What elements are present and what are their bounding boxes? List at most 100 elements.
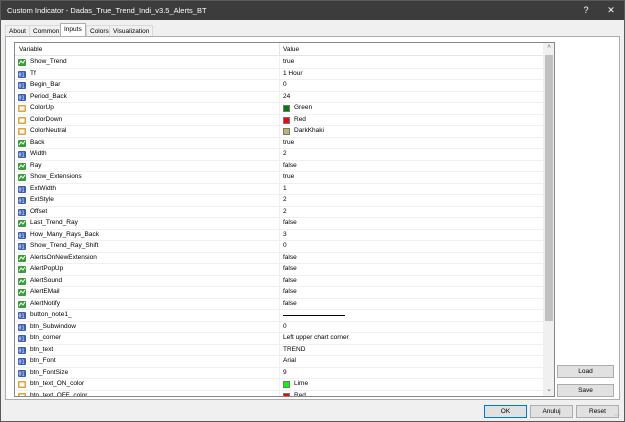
- svg-text:01: 01: [19, 153, 25, 158]
- parameter-value[interactable]: false: [283, 277, 297, 284]
- numeric-param-icon: 01: [18, 70, 26, 78]
- numeric-param-icon: 01: [18, 208, 26, 216]
- parameter-name: ExtWidth: [30, 184, 57, 192]
- parameter-value[interactable]: 9: [283, 369, 287, 376]
- parameter-value[interactable]: Lime: [294, 380, 308, 387]
- close-button[interactable]: ✕: [600, 1, 622, 20]
- color-param-icon: [18, 116, 26, 124]
- load-button[interactable]: Load: [557, 365, 614, 378]
- separator-line-value[interactable]: [283, 315, 345, 316]
- parameter-row[interactable]: 01 Width 2: [15, 149, 543, 161]
- parameter-row[interactable]: 01 Tf 1 Hour: [15, 68, 543, 80]
- ok-button[interactable]: OK: [484, 405, 527, 418]
- parameter-row[interactable]: ColorNeutral DarkKhaki: [15, 126, 543, 138]
- parameter-row[interactable]: btn_text_ON_color Lime: [15, 379, 543, 391]
- parameter-value[interactable]: 2: [283, 150, 287, 157]
- parameter-value[interactable]: Green: [294, 104, 312, 111]
- parameter-value[interactable]: Arial: [283, 357, 296, 364]
- toggle-param-icon: [18, 300, 26, 308]
- parameter-row[interactable]: AlertPopUp false: [15, 264, 543, 276]
- parameter-row[interactable]: 01 Offset 2: [15, 206, 543, 218]
- resize-grip-icon[interactable]: ⋯: [614, 412, 622, 420]
- parameter-row[interactable]: 01 btn_corner Left upper chart corner: [15, 333, 543, 345]
- parameter-row[interactable]: 01 btn_Font Arial: [15, 356, 543, 368]
- parameter-row[interactable]: 01 How_Many_Rays_Back 3: [15, 229, 543, 241]
- parameter-row[interactable]: btn_text_OFF_color Red: [15, 390, 543, 397]
- parameter-row[interactable]: 01 btn_text TREND: [15, 344, 543, 356]
- column-header-value[interactable]: Value: [283, 46, 299, 53]
- parameter-row[interactable]: AlertEMail false: [15, 287, 543, 299]
- color-swatch[interactable]: [283, 381, 290, 388]
- parameter-row[interactable]: AlertNotify false: [15, 298, 543, 310]
- parameter-row[interactable]: AlertsOnNewExtension false: [15, 252, 543, 264]
- parameter-row[interactable]: ColorUp Green: [15, 103, 543, 115]
- parameter-name: AlertEMail: [30, 288, 60, 295]
- save-button[interactable]: Save: [557, 384, 614, 397]
- parameter-row[interactable]: 01 Show_Trend_Ray_Shift 0: [15, 241, 543, 253]
- parameter-row[interactable]: Show_Extensions true: [15, 172, 543, 184]
- parameter-value[interactable]: 0: [283, 323, 287, 330]
- parameter-value[interactable]: false: [283, 288, 297, 295]
- parameter-value[interactable]: 0: [283, 81, 287, 88]
- toggle-param-icon: [18, 220, 26, 227]
- column-header-variable[interactable]: Variable: [19, 46, 42, 53]
- parameter-row[interactable]: 01 button_note1_: [15, 310, 543, 322]
- parameter-name: Begin_Bar: [30, 81, 61, 88]
- parameter-value[interactable]: true: [283, 139, 294, 146]
- cancel-button[interactable]: Anuluj: [530, 405, 573, 418]
- parameter-value[interactable]: DarkKhaki: [294, 127, 324, 134]
- parameter-value[interactable]: TREND: [283, 346, 305, 353]
- parameter-row[interactable]: 01 btn_FontSize 9: [15, 367, 543, 379]
- parameter-name: btn_text_ON_color: [30, 380, 85, 387]
- parameter-row[interactable]: Back true: [15, 137, 543, 149]
- scroll-up-icon[interactable]: ^: [543, 43, 554, 55]
- color-swatch[interactable]: [283, 105, 290, 112]
- parameter-value[interactable]: false: [283, 254, 297, 261]
- color-swatch[interactable]: [283, 128, 290, 135]
- numeric-param-icon: 01: [18, 335, 26, 342]
- column-separator[interactable]: [279, 43, 280, 56]
- parameter-value[interactable]: true: [283, 58, 294, 65]
- parameter-value[interactable]: 0: [283, 242, 287, 249]
- parameter-row[interactable]: Show_Trend true: [15, 57, 543, 69]
- parameter-value[interactable]: 24: [283, 93, 290, 100]
- parameter-value[interactable]: 1 Hour: [283, 70, 303, 77]
- parameter-row[interactable]: Last_Trend_Ray false: [15, 218, 543, 230]
- tab-inputs[interactable]: Inputs: [60, 23, 86, 37]
- parameter-value[interactable]: 2: [283, 196, 287, 203]
- parameter-name: AlertNotify: [30, 299, 60, 307]
- parameter-value[interactable]: false: [283, 162, 297, 169]
- parameter-value[interactable]: Red: [294, 116, 306, 123]
- vertical-scrollbar[interactable]: ^ ⌄: [543, 43, 554, 396]
- numeric-param-icon: 01: [18, 151, 26, 158]
- parameter-row[interactable]: 01 btn_Subwindow 0: [15, 321, 543, 333]
- parameters-grid: Variable Value Show_Trend true 01 Tf 1 Hour 0…: [14, 42, 555, 397]
- toggle-param-icon: [18, 162, 26, 170]
- parameter-name: Offset: [30, 207, 48, 215]
- parameter-row[interactable]: AlertSound false: [15, 275, 543, 287]
- parameter-value[interactable]: false: [283, 219, 297, 226]
- parameter-value[interactable]: Red: [294, 392, 306, 397]
- parameter-value[interactable]: 2: [283, 208, 287, 215]
- parameter-value[interactable]: 1: [283, 185, 287, 192]
- parameter-row[interactable]: 01 ExtStyle 2: [15, 195, 543, 207]
- parameter-row[interactable]: ColorDown Red: [15, 114, 543, 126]
- parameter-row[interactable]: 01 Period_Back 24: [15, 91, 543, 103]
- parameter-value[interactable]: true: [283, 173, 294, 180]
- parameter-value[interactable]: 3: [283, 231, 287, 238]
- parameter-value[interactable]: false: [283, 265, 297, 272]
- color-swatch[interactable]: [283, 116, 290, 124]
- help-button[interactable]: ?: [575, 1, 597, 20]
- svg-text:01: 01: [19, 325, 25, 330]
- color-swatch[interactable]: [283, 392, 290, 396]
- parameter-row[interactable]: 01 ExtWidth 1: [15, 183, 543, 195]
- parameter-row[interactable]: 01 Begin_Bar 0: [15, 80, 543, 92]
- reset-button[interactable]: Reset: [576, 405, 619, 418]
- title-bar[interactable]: Custom Indicator - Dadas_True_Trend_Indi…: [1, 1, 624, 20]
- scroll-down-icon[interactable]: ⌄: [543, 384, 554, 396]
- scrollbar-thumb[interactable]: [545, 55, 553, 321]
- parameter-row[interactable]: Ray false: [15, 160, 543, 172]
- parameter-value[interactable]: false: [283, 300, 297, 307]
- parameter-value[interactable]: Left upper chart corner: [283, 334, 349, 341]
- parameter-name: Back: [30, 138, 45, 146]
